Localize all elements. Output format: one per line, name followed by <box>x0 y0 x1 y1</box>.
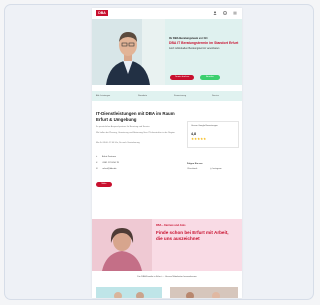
user-icon[interactable] <box>213 11 217 15</box>
team-photo[interactable] <box>170 287 238 298</box>
career-promo: DBA – Karriere und Jobs Finde schon bei … <box>92 219 242 271</box>
social-heading: Folgen Sie uns <box>187 163 203 165</box>
contact-row[interactable]: ✆ 0361 123 456 78 <box>96 162 119 165</box>
intro-text: Ihr persönlicher Ansprechpartner für Ber… <box>96 126 150 128</box>
brand-logo[interactable]: DBA <box>96 10 108 16</box>
info-icon[interactable] <box>223 11 227 15</box>
advisor-photo <box>92 19 165 85</box>
more-button[interactable]: Mehr <box>96 182 112 187</box>
nav-item-service[interactable]: Service <box>212 94 219 98</box>
hero-eyebrow: Ihr DBA Beratungsteam vor Ort <box>169 37 208 40</box>
rating-card: Unsere Google Bewertungen 4,8 ★★★★★ <box>187 121 239 148</box>
menu-icon[interactable] <box>233 11 237 15</box>
hero-title: DBA IT Beratungstermin im Standort Erfur… <box>169 41 239 45</box>
website-page: DBA Ihr DBA Beratungsteam vor Ort DBA IT… <box>92 8 242 298</box>
opening-hours: Mo–Fr 08:00–17:00 Uhr, Sa nach Vereinbar… <box>96 142 140 144</box>
phone-icon: ✆ <box>96 162 98 164</box>
social-link-instagram[interactable]: ◎ Instagram <box>210 168 222 170</box>
career-title: Finde schon bei Erfurt mit Arbeit, die u… <box>156 230 229 241</box>
page-title: IT-Dienstleistungen mit DBA im Raum Erfu… <box>96 111 175 122</box>
rating-stars: ★★★★★ <box>191 137 207 141</box>
mail-icon: ✉ <box>96 168 98 170</box>
contact-row[interactable]: ✉ erfurt@dba.de <box>96 168 116 171</box>
nav-item-locations[interactable]: Standorte <box>138 94 147 98</box>
team-photo[interactable] <box>96 287 162 298</box>
hero-text: Ihr DBA Beratungsteam vor Ort DBA IT Ber… <box>169 37 239 50</box>
nav-item-financing[interactable]: Finanzierung <box>174 94 186 98</box>
hero-section: Ihr DBA Beratungsteam vor Ort DBA IT Ber… <box>92 19 242 85</box>
team-section-heading: Die DBA Familie in Erfurt — Unsere Mitar… <box>137 276 197 278</box>
nav-item-services[interactable]: Alle Leistungen <box>96 94 110 98</box>
body-paragraph: Wir helfen bei Planung, Umsetzung und Be… <box>96 132 176 134</box>
career-label: DBA – Karriere und Jobs <box>156 224 186 227</box>
location-icon: ⌖ <box>96 156 98 158</box>
hero-subtitle: Jetzt individuellen Beratungstermin vere… <box>169 47 220 50</box>
contact-row[interactable]: ⌖ Erfurt Zentrum <box>96 156 116 159</box>
main-content: IT-Dienstleistungen mit DBA im Raum Erfu… <box>92 104 242 206</box>
employee-photo <box>92 219 152 271</box>
book-appointment-button[interactable]: Termin buchen <box>170 75 194 80</box>
call-button[interactable]: Anrufen <box>200 75 220 80</box>
rating-value: 4,8 <box>191 132 196 136</box>
top-bar: DBA <box>92 8 242 19</box>
rating-heading: Unsere Google Bewertungen <box>191 125 218 127</box>
social-link-facebook[interactable]: f Facebook <box>187 168 197 170</box>
category-nav: Alle Leistungen Standorte Finanzierung S… <box>92 91 242 101</box>
